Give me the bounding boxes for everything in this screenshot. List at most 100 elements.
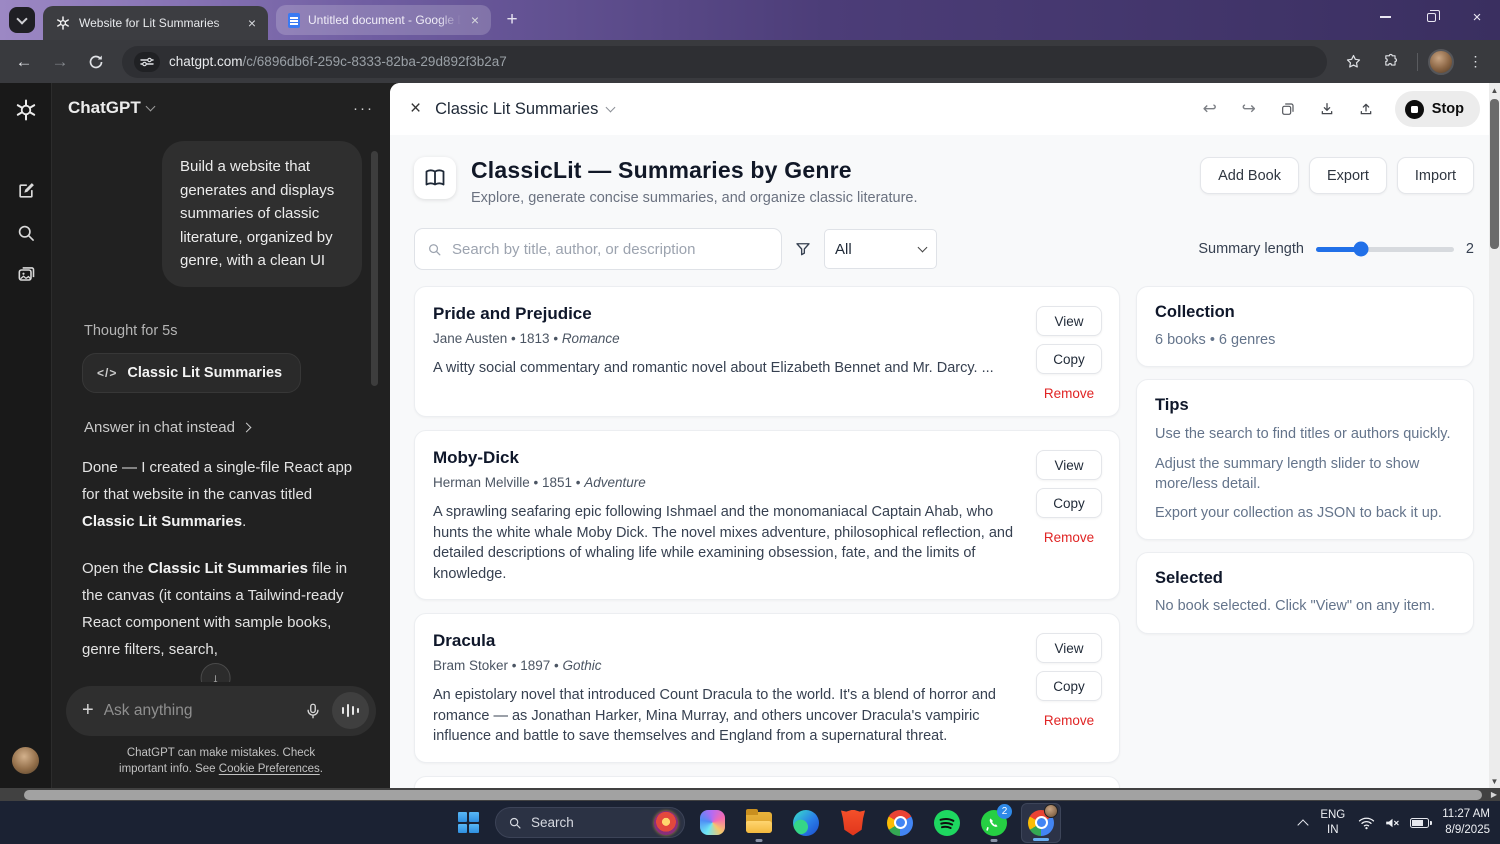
canvas-doc-title[interactable]: Classic Lit Summaries — [435, 100, 614, 119]
volume-muted-icon[interactable] — [1384, 816, 1401, 830]
slider-thumb[interactable] — [1354, 242, 1369, 257]
chatgpt-logo-icon[interactable] — [13, 97, 39, 123]
chrome-active-icon[interactable] — [1021, 803, 1061, 843]
attach-plus-icon[interactable]: + — [82, 699, 94, 722]
view-button[interactable]: View — [1036, 633, 1102, 663]
site-info-icon[interactable] — [134, 52, 160, 72]
minimize-button[interactable] — [1362, 0, 1408, 34]
chat-composer[interactable]: + Ask anything — [66, 686, 376, 736]
tab-title: Website for Lit Summaries — [79, 16, 238, 30]
stop-button[interactable]: Stop — [1395, 91, 1480, 127]
genre-select[interactable]: All — [824, 229, 937, 269]
scrollbar-thumb[interactable] — [1490, 99, 1499, 249]
thought-duration[interactable]: Thought for 5s — [84, 323, 362, 339]
profile-avatar[interactable] — [1428, 49, 1454, 75]
book-logo-tile — [414, 157, 456, 199]
summary-length-slider[interactable] — [1316, 247, 1454, 252]
chat-input[interactable]: Ask anything — [104, 702, 294, 720]
add-book-button[interactable]: Add Book — [1200, 157, 1299, 194]
forward-button[interactable]: → — [44, 46, 76, 78]
tab-close-icon[interactable]: × — [246, 16, 258, 30]
canvas-close-icon[interactable]: × — [410, 98, 421, 120]
share-button[interactable] — [1350, 93, 1382, 125]
library-icon[interactable] — [16, 265, 36, 285]
whatsapp-icon[interactable]: 2 — [974, 803, 1014, 843]
conversation-menu-button[interactable]: ··· — [353, 100, 374, 117]
view-button[interactable]: View — [1036, 306, 1102, 336]
chat-header: ChatGPT ··· — [52, 83, 390, 133]
canvas-file-chip[interactable]: </> Classic Lit Summaries — [82, 353, 301, 393]
address-bar[interactable]: chatgpt.com/c/6896db6f-259c-8333-82ba-29… — [122, 46, 1327, 78]
remove-button[interactable]: Remove — [1036, 713, 1102, 728]
system-tray: ENGIN 11:27 AM8/9/2025 — [1299, 801, 1490, 844]
edge-icon[interactable] — [786, 803, 826, 843]
redo-button[interactable]: ↪ — [1233, 93, 1265, 125]
scrollbar-thumb[interactable] — [24, 790, 1482, 800]
horizontal-scrollbar[interactable]: ▶ — [0, 788, 1500, 801]
clock[interactable]: 11:27 AM8/9/2025 — [1442, 807, 1490, 838]
browser-viewport: ChatGPT ··· Build a website that generat… — [0, 83, 1500, 788]
copy-button[interactable]: Copy — [1036, 488, 1102, 518]
remove-button[interactable]: Remove — [1036, 530, 1102, 545]
restore-icon — [1427, 13, 1436, 22]
battery-icon[interactable] — [1410, 818, 1429, 828]
language-indicator[interactable]: ENGIN — [1320, 808, 1345, 837]
copy-button[interactable]: Copy — [1036, 344, 1102, 374]
notification-badge: 2 — [997, 804, 1012, 819]
tab-close-icon[interactable]: × — [469, 13, 481, 27]
undo-button[interactable]: ↩ — [1194, 93, 1226, 125]
cookie-preferences-link[interactable]: Cookie Preferences — [219, 763, 320, 775]
chatgpt-panel: ChatGPT ··· Build a website that generat… — [0, 83, 390, 788]
vertical-scrollbar[interactable]: ▲ ▼ — [1489, 83, 1500, 788]
answer-in-chat-link[interactable]: Answer in chat instead — [84, 419, 362, 436]
tip-item: Use the search to find titles or authors… — [1155, 424, 1455, 444]
hidden-icons-chevron[interactable] — [1298, 819, 1309, 830]
download-button[interactable] — [1311, 93, 1343, 125]
chat-scrollbar[interactable] — [371, 151, 378, 386]
canvas-actions: ↩ ↪ Stop — [1194, 91, 1480, 127]
account-avatar[interactable] — [12, 747, 39, 774]
file-explorer-icon[interactable] — [739, 803, 779, 843]
scroll-up-arrow[interactable]: ▲ — [1491, 83, 1499, 97]
reload-button[interactable] — [80, 46, 112, 78]
tab-search-button[interactable] — [9, 7, 35, 33]
model-switcher[interactable]: ChatGPT — [68, 98, 154, 118]
extensions-button[interactable] — [1375, 46, 1407, 78]
taskbar-search[interactable]: Search — [495, 807, 685, 838]
tab-chatgpt[interactable]: Website for Lit Summaries × — [43, 6, 268, 40]
close-button[interactable]: × — [1454, 0, 1500, 34]
wifi-icon[interactable] — [1358, 816, 1375, 830]
mic-icon[interactable] — [304, 702, 322, 720]
chrome-icon[interactable] — [880, 803, 920, 843]
book-search-input[interactable]: Search by title, author, or description — [414, 228, 782, 270]
copy-button[interactable]: Copy — [1036, 671, 1102, 701]
export-button[interactable]: Export — [1309, 157, 1387, 194]
brave-icon[interactable] — [833, 803, 873, 843]
remove-button[interactable]: Remove — [1036, 386, 1102, 401]
summary-length-label: Summary length — [1198, 241, 1304, 257]
summary-length-control: Summary length 2 — [1198, 241, 1474, 257]
new-chat-icon[interactable] — [16, 181, 36, 201]
copilot-icon[interactable] — [692, 803, 732, 843]
canvas-file-name: Classic Lit Summaries — [127, 365, 282, 381]
copy-button[interactable] — [1272, 93, 1304, 125]
voice-mode-button[interactable] — [332, 692, 369, 729]
search-icon — [427, 242, 442, 257]
app-subtitle: Explore, generate concise summaries, and… — [471, 190, 918, 206]
bookmark-star-button[interactable] — [1337, 46, 1369, 78]
book-meta: Bram Stoker • 1897 • Gothic — [433, 658, 1022, 673]
tab-google-docs[interactable]: Untitled document - Google Do × — [276, 5, 491, 35]
search-icon[interactable] — [16, 223, 36, 243]
back-button[interactable]: ← — [8, 46, 40, 78]
import-button[interactable]: Import — [1397, 157, 1474, 194]
spotify-icon[interactable] — [927, 803, 967, 843]
restore-button[interactable] — [1408, 0, 1454, 34]
scroll-right-arrow[interactable]: ▶ — [1491, 790, 1497, 799]
start-button[interactable] — [448, 803, 488, 843]
view-button[interactable]: View — [1036, 450, 1102, 480]
scroll-down-arrow[interactable]: ▼ — [1491, 774, 1499, 788]
tips-panel: Tips Use the search to find titles or au… — [1136, 379, 1474, 540]
scroll-to-bottom-button[interactable]: ↓ — [201, 663, 231, 682]
browser-menu-button[interactable]: ⋮ — [1460, 46, 1492, 78]
new-tab-button[interactable]: + — [499, 7, 525, 33]
